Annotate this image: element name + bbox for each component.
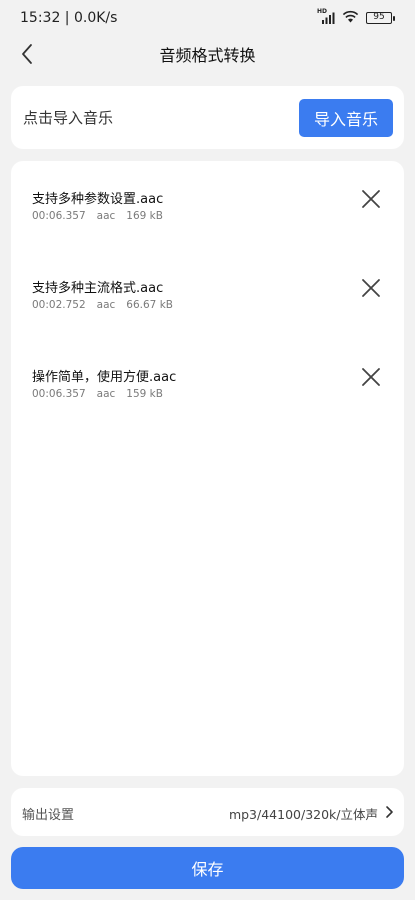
output-settings-row[interactable]: 输出设置 mp3/44100/320k/立体声 xyxy=(11,788,404,836)
close-icon xyxy=(362,368,380,386)
file-meta: 00:06.357 aac 159 kB xyxy=(32,388,163,400)
file-size: 159 kB xyxy=(126,388,163,400)
file-meta: 00:06.357 aac 169 kB xyxy=(32,210,163,222)
file-duration: 00:06.357 xyxy=(32,210,86,222)
chevron-right-icon xyxy=(386,806,393,818)
import-hint[interactable]: 点击导入音乐 xyxy=(23,107,113,128)
file-item: 支持多种主流格式.aac 00:02.752 aac 66.67 kB xyxy=(11,277,404,337)
file-size: 66.67 kB xyxy=(126,299,173,311)
wifi-icon xyxy=(342,10,359,27)
battery-icon: 95 xyxy=(366,12,395,24)
file-name: 操作简单，使用方便.aac xyxy=(32,370,177,385)
import-card: 点击导入音乐 导入音乐 xyxy=(11,86,404,149)
file-format: aac xyxy=(96,388,116,400)
remove-file-button[interactable] xyxy=(360,188,382,210)
import-music-button[interactable]: 导入音乐 xyxy=(299,99,393,137)
close-icon xyxy=(362,279,380,297)
battery-cap xyxy=(393,15,395,21)
file-size: 169 kB xyxy=(126,210,163,222)
file-name: 支持多种主流格式.aac xyxy=(32,281,164,296)
output-settings-label: 输出设置 xyxy=(22,808,75,823)
file-list: 支持多种参数设置.aac 00:06.357 aac 169 kB 支持多种主流… xyxy=(11,161,404,776)
chevron-left-icon xyxy=(22,44,32,64)
file-duration: 00:06.357 xyxy=(32,388,86,400)
file-duration: 00:02.752 xyxy=(32,299,86,311)
file-meta: 00:02.752 aac 66.67 kB xyxy=(32,299,173,311)
file-format: aac xyxy=(96,299,116,311)
output-settings-value: mp3/44100/320k/立体声 xyxy=(228,807,378,822)
back-button[interactable] xyxy=(14,40,40,68)
status-time-speed: 15:32 | 0.0K/s xyxy=(20,10,118,26)
file-name: 支持多种参数设置.aac xyxy=(32,192,164,207)
file-item: 支持多种参数设置.aac 00:06.357 aac 169 kB xyxy=(11,188,404,248)
remove-file-button[interactable] xyxy=(360,277,382,299)
page-title: 音频格式转换 xyxy=(159,46,256,65)
top-bar: 音频格式转换 xyxy=(0,36,415,72)
status-icons: HD 95 xyxy=(317,8,395,27)
status-bar: 15:32 | 0.0K/s HD 95 xyxy=(0,0,415,36)
file-item: 操作简单，使用方便.aac 00:06.357 aac 159 kB xyxy=(11,366,404,426)
remove-file-button[interactable] xyxy=(360,366,382,388)
file-format: aac xyxy=(96,210,116,222)
close-icon xyxy=(362,190,380,208)
signal-icon: HD xyxy=(317,8,335,25)
save-button[interactable]: 保存 xyxy=(11,847,404,889)
battery-level: 95 xyxy=(366,12,392,24)
